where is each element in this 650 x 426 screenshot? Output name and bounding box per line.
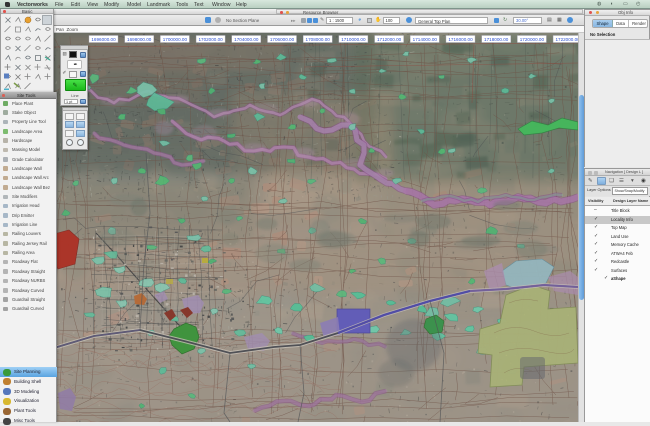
svg-text:1718000.00: 1718000.00 bbox=[484, 37, 509, 42]
svg-text:1706000.00: 1706000.00 bbox=[270, 37, 295, 42]
svg-text:1702000.00: 1702000.00 bbox=[198, 37, 223, 42]
svg-text:1710000.00: 1710000.00 bbox=[341, 37, 366, 42]
svg-text:1722000.00: 1722000.00 bbox=[555, 37, 578, 42]
svg-text:1696000.00: 1696000.00 bbox=[91, 37, 116, 42]
svg-text:1720000.00: 1720000.00 bbox=[520, 37, 545, 42]
svg-text:1704000.00: 1704000.00 bbox=[234, 37, 259, 42]
svg-text:1708000.00: 1708000.00 bbox=[306, 37, 331, 42]
svg-text:1714000.00: 1714000.00 bbox=[413, 37, 438, 42]
svg-text:1716000.00: 1716000.00 bbox=[448, 37, 473, 42]
svg-text:1698000.00: 1698000.00 bbox=[127, 37, 152, 42]
svg-text:1700000.00: 1700000.00 bbox=[163, 37, 188, 42]
svg-text:1712000.00: 1712000.00 bbox=[377, 37, 402, 42]
